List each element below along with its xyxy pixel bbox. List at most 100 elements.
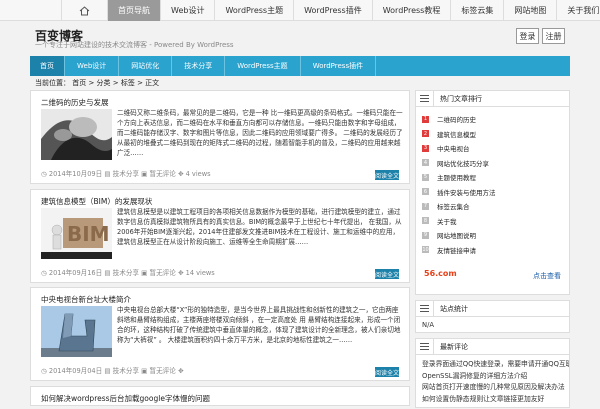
rank-badge: 9 (422, 231, 429, 239)
list-item[interactable]: 5 主题使用教程 (422, 170, 496, 185)
top-nav-item-sitemap[interactable]: 网站地图 (504, 0, 558, 21)
top-nav: 首页导航 Web设计 WordPress主题 WordPress插件 WordP… (0, 0, 600, 21)
widget-header: 站点统计 (416, 300, 569, 317)
post-excerpt: 中央电视台总部大楼“X”形的独特造型，是当今世界上最具挑战性和创新性的建筑之一，… (117, 306, 401, 344)
list-item[interactable]: 1 二维码的历史 (422, 112, 496, 127)
post-title[interactable]: 二维码的历史与发展 (41, 97, 109, 108)
folder-icon: ▤ (104, 367, 111, 375)
widget-title: 热门文章排行 (440, 94, 482, 103)
post-thumbnail[interactable]: BIM (41, 208, 112, 259)
login-button[interactable]: 登录 (516, 28, 539, 44)
top-nav-item-wp-plugins[interactable]: WordPress插件 (294, 0, 373, 21)
rank-badge: 1 (422, 115, 429, 123)
main-nav-item-seo[interactable]: 网站优化 (119, 56, 173, 76)
list-item[interactable]: 2 建筑信息模型 (422, 127, 496, 142)
clock-icon: ◷ (41, 170, 47, 178)
main-nav-item-tech[interactable]: 技术分享 (172, 56, 226, 76)
hot-posts-list: 1 二维码的历史 2 建筑信息模型 3 中央电视台 4 网站优化技巧分享 5 主题使用教程… (422, 112, 496, 257)
widget-title: 最新评论 (440, 342, 468, 351)
post-category[interactable]: 技术分享 (113, 367, 139, 375)
post-views: 4 views (185, 170, 211, 178)
list-icon (416, 90, 434, 107)
list-item[interactable]: 9 网站地图说明 (422, 228, 496, 243)
comment-icon: ▣ (141, 170, 148, 178)
top-nav-item-web-design[interactable]: Web设计 (161, 0, 216, 21)
register-button[interactable]: 注册 (542, 28, 565, 44)
comment-line[interactable]: OpenSSL漏洞修复的详细方法介绍 (422, 371, 563, 383)
folder-icon: ▤ (104, 170, 111, 178)
top-nav-item-wp-themes[interactable]: WordPress主题 (215, 0, 295, 21)
main-nav-item-home[interactable]: 首页 (30, 56, 65, 76)
post-date: 2014年10月09日 (48, 170, 103, 178)
comment-icon: ▣ (141, 269, 148, 277)
top-nav-menu: 首页导航 Web设计 WordPress主题 WordPress插件 WordP… (61, 0, 600, 21)
clock-icon: ◷ (41, 269, 47, 277)
post-meta: ◷ 2014年09月16日 ▤ 技术分享 ▣ 暂无评论 ✥ 14 views (41, 267, 215, 277)
svg-text:BIM: BIM (67, 222, 110, 246)
post-meta: ◷ 2014年09月04日 ▤ 技术分享 ▣ 暂无评论 ✥ (41, 365, 184, 375)
post-category[interactable]: 技术分享 (113, 170, 139, 178)
home-icon (79, 5, 90, 15)
comment-line[interactable]: 如何设置伪静态规则让文章链接更加友好 (422, 394, 563, 406)
widget-header: 最新评论 (416, 338, 569, 355)
top-nav-item-about[interactable]: 关于我们 (557, 0, 600, 21)
top-nav-item-tags[interactable]: 标签云集 (451, 0, 505, 21)
post-title[interactable]: 如何解决wordpress后台加载google字体慢的问题 (41, 393, 210, 404)
post-excerpt: 二维码又称二维条码，最常见的是二维码，它是一种 比一维码更高级的条码格式。一维码… (117, 109, 403, 157)
list-item[interactable]: 3 中央电视台 (422, 141, 496, 156)
views-icon: ✥ (177, 269, 184, 277)
widget-title: 站点统计 (440, 304, 468, 313)
widget-header: 热门文章排行 (416, 90, 569, 107)
recent-comments-list: 登录界面通过QQ快速登录，需要申请开通QQ互联，设置回调地址 OpenSSL漏洞… (416, 355, 569, 409)
post-thumbnail[interactable] (41, 109, 112, 160)
main-nav-item-wp-themes[interactable]: WordPress主题 (225, 56, 301, 76)
list-item[interactable]: 4 网站优化技巧分享 (422, 156, 496, 171)
main-nav-item-web-design[interactable]: Web设计 (65, 56, 120, 76)
read-more-button[interactable]: 阅读全文 (375, 367, 399, 377)
rank-badge: 3 (422, 144, 429, 152)
top-nav-item-home-nav[interactable]: 首页导航 (108, 0, 161, 21)
stats-widget: 站点统计 N/A (415, 300, 570, 333)
list-icon (416, 338, 434, 355)
post-views: 14 views (185, 269, 215, 277)
rank-badge: 6 (422, 188, 429, 196)
post-date: 2014年09月04日 (48, 367, 103, 375)
comment-line[interactable]: 网站首页打开速度慢的几种常见原因及解决办法 (422, 382, 565, 394)
rank-badge: 8 (422, 217, 429, 225)
post-meta: ◷ 2014年10月09日 ▤ 技术分享 ▣ 暂无评论 ✥ 4 views (41, 168, 211, 178)
read-more-button[interactable]: 阅读全文 (375, 269, 399, 279)
post-comments[interactable]: 暂无评论 (150, 269, 176, 277)
ad-logo[interactable]: 56.com (424, 269, 457, 278)
post-card: 二维码的历史与发展 二维码又称二维条码，最常见的是二维码，它是一种 比一维码更高… (30, 90, 410, 184)
ad-link[interactable]: 点击查看 (533, 271, 561, 281)
rank-badge: 5 (422, 173, 429, 181)
post-title[interactable]: 中央电视台新台址大楼简介 (41, 294, 131, 305)
post-comments[interactable]: 暂无评论 (150, 170, 176, 178)
post-date: 2014年09月16日 (48, 269, 103, 277)
top-nav-item-wp-tutorials[interactable]: WordPress教程 (373, 0, 452, 21)
breadcrumb: 当前位置： 首页 > 分类 > 标签 > 正文 (35, 79, 160, 87)
site-header: 百变博客 一个专注于网站建设的技术交流博客 - Powered By WordP… (0, 21, 600, 55)
main-nav-item-wp-plugins[interactable]: WordPress插件 (301, 56, 377, 76)
recent-comments-widget: 最新评论 登录界面通过QQ快速登录，需要申请开通QQ互联，设置回调地址 Open… (415, 338, 570, 408)
post-title[interactable]: 建筑信息模型（BIM）的发展现状 (41, 196, 152, 207)
rank-badge: 2 (422, 130, 429, 138)
rank-badge: 10 (422, 246, 429, 254)
read-more-button[interactable]: 阅读全文 (375, 170, 399, 180)
site-subtitle: 一个专注于网站建设的技术交流博客 - Powered By WordPress (35, 41, 234, 49)
post-card: 中央电视台新台址大楼简介 中央电视台总部大楼“X”形的独特造型，是当今世界上最具… (30, 287, 410, 381)
post-card: 如何解决wordpress后台加载google字体慢的问题 (30, 386, 410, 406)
top-nav-home[interactable] (62, 0, 108, 21)
list-item[interactable]: 8 关于我 (422, 214, 496, 229)
list-item[interactable]: 6 插件安装与使用方法 (422, 185, 496, 200)
post-category[interactable]: 技术分享 (113, 269, 139, 277)
comment-line[interactable]: 登录界面通过QQ快速登录，需要申请开通QQ互联，设置回调地址 (422, 359, 569, 371)
stats-value: N/A (422, 321, 435, 329)
post-comments[interactable]: 暂无评论 (150, 367, 176, 375)
list-item[interactable]: 10 友情链接申请 (422, 243, 496, 258)
views-icon: ✥ (177, 170, 184, 178)
list-item[interactable]: 7 标签云集合 (422, 199, 496, 214)
post-thumbnail[interactable] (41, 306, 112, 357)
ad-brand: 56.com (424, 269, 457, 278)
views-icon: ✥ (177, 367, 184, 375)
